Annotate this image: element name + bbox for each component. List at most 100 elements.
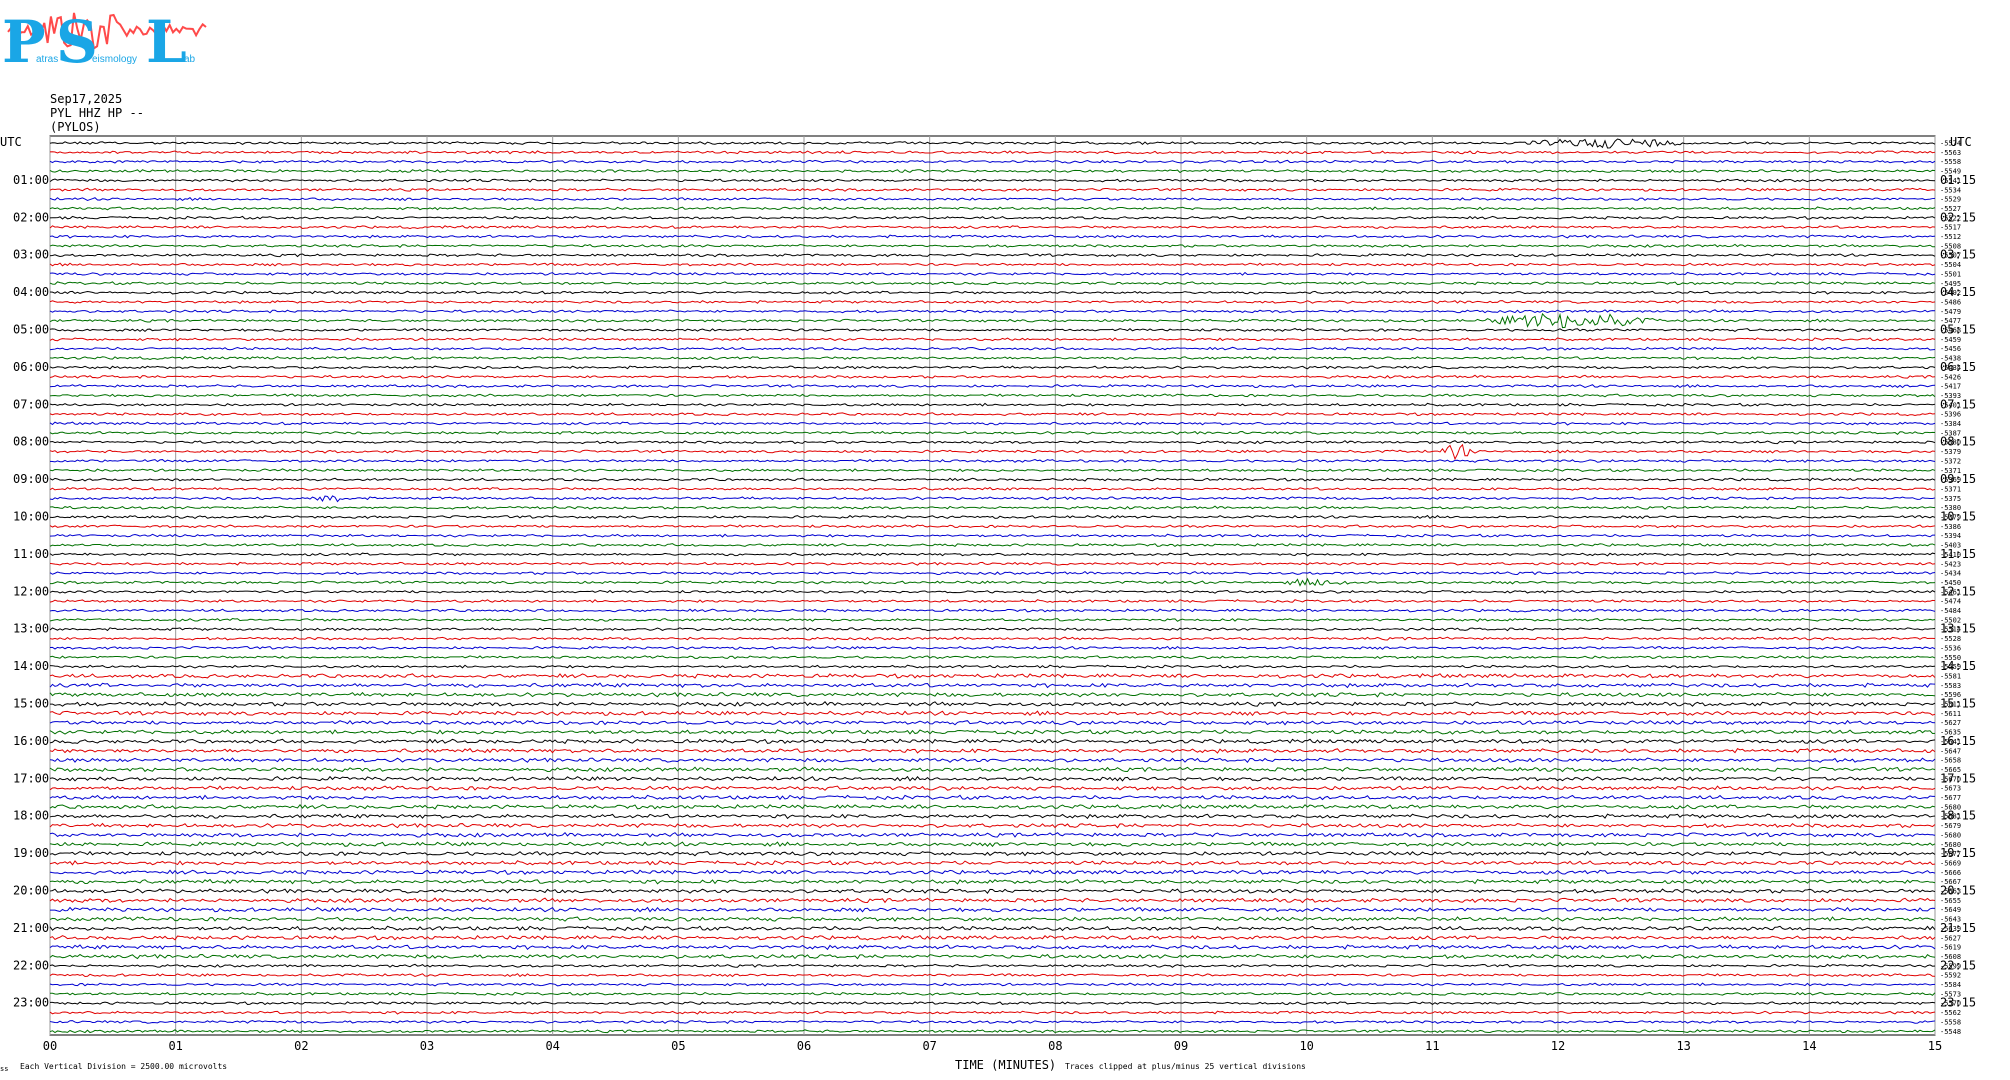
hour-label-left: 14:00 [13, 659, 49, 673]
seismic-trace [49, 421, 1936, 426]
footer-corner: ss [0, 1065, 8, 1073]
seismic-trace [49, 206, 1936, 211]
seismic-trace [49, 561, 1936, 566]
seismic-trace [49, 701, 1936, 707]
x-tick-label: 04 [545, 1039, 559, 1053]
seismic-trace [49, 225, 1936, 230]
hour-label-left: 17:00 [13, 771, 49, 785]
x-tick-label: 15 [1928, 1039, 1942, 1053]
trace-offset-label: -5548 [1940, 1028, 1961, 1036]
trace-offset-label: -5477 [1940, 317, 1961, 325]
seismic-trace [49, 747, 1936, 754]
seismic-trace [49, 402, 1936, 407]
trace-offset-label: -5450 [1940, 579, 1961, 587]
trace-offset-label: -5492 [1940, 289, 1961, 297]
trace-offset-label: -5559 [1940, 663, 1961, 671]
seismic-trace [49, 312, 1936, 329]
seismic-trace [49, 215, 1936, 220]
seismic-trace [49, 552, 1936, 557]
trace-offset-label: -5527 [1940, 205, 1961, 213]
seismic-trace [49, 691, 1936, 698]
seismic-trace [49, 1001, 1936, 1006]
clipping-note: Traces clipped at plus/minus 25 vertical… [1065, 1062, 1306, 1071]
seismic-trace [49, 617, 1936, 622]
seismic-trace [49, 850, 1936, 857]
trace-offset-label: -5665 [1940, 766, 1961, 774]
seismic-trace [49, 766, 1936, 773]
trace-offset-label: -5599 [1940, 962, 1961, 970]
seismic-trace [49, 309, 1936, 314]
trace-offset-label: -5517 [1940, 224, 1961, 232]
trace-offset-label: -5534 [1940, 186, 1961, 194]
trace-offset-label: -5663 [1940, 888, 1961, 896]
logo-word-ab: ab [184, 54, 196, 65]
vertical-division-note: Each Vertical Division = 2500.00 microvo… [20, 1062, 227, 1071]
helicorder-plot: P S L atras eismology ab Sep17,2025 PYL … [0, 8, 1976, 1073]
seismic-trace [49, 991, 1936, 996]
seismic-trace [49, 869, 1936, 876]
seismic-trace [49, 159, 1936, 164]
trace-offset-label: -5380 [1940, 439, 1961, 447]
seismic-trace [49, 571, 1936, 576]
trace-offset-label: -5528 [1940, 635, 1961, 643]
seismic-trace [49, 710, 1936, 717]
trace-offset-labels: -5574-5563-5558-5549-5541-5534-5529-5527… [1940, 140, 1961, 1036]
seismic-trace [49, 443, 1936, 461]
trace-offset-label: -5468 [1940, 327, 1961, 335]
trace-offset-label: -5550 [1940, 654, 1961, 662]
x-tick-labels: 00 01 02 03 04 05 06 07 08 09 10 11 12 13 14 15 [43, 1039, 1942, 1053]
trace-offset-label: -5573 [1940, 990, 1961, 998]
trace-offset-label: -5502 [1940, 616, 1961, 624]
trace-offset-label: -5558 [1940, 1018, 1961, 1026]
trace-offset-label: -5669 [1940, 859, 1961, 867]
hour-label-left: 08:00 [13, 435, 49, 449]
trace-offset-label: -5371 [1940, 485, 1961, 493]
trace-offset-label: -5670 [1940, 775, 1961, 783]
hour-label-left: 04:00 [13, 285, 49, 299]
station-name: (PYLOS) [50, 120, 101, 134]
trace-offset-label: -5495 [1940, 280, 1961, 288]
seismic-trace [49, 486, 1936, 492]
hour-label-left: 22:00 [13, 958, 49, 972]
seismic-trace [49, 412, 1936, 417]
x-tick-label: 11 [1425, 1039, 1439, 1053]
trace-offset-label: -5380 [1940, 504, 1961, 512]
trace-offset-label: -5401 [1940, 401, 1961, 409]
seismic-trace [49, 785, 1936, 791]
seismic-trace [49, 729, 1936, 735]
trace-offset-label: -5372 [1940, 457, 1961, 465]
seismic-trace [49, 356, 1936, 361]
seismic-trace [49, 963, 1936, 968]
seismic-trace [49, 505, 1936, 510]
seismic-trace [49, 673, 1936, 679]
seismic-trace [49, 290, 1936, 295]
trace-offset-label: -5635 [1940, 729, 1961, 737]
seismic-trace [49, 655, 1936, 660]
trace-offset-label: -5643 [1940, 916, 1961, 924]
seismic-trace [49, 822, 1936, 829]
left-hour-labels: 01:00 02:00 03:00 04:00 05:00 06:00 07:00 08:00… [13, 173, 49, 1010]
trace-offset-label: -5681 [1940, 813, 1961, 821]
trace-offset-label: -5423 [1940, 560, 1961, 568]
x-tick-label: 01 [168, 1039, 182, 1053]
seismic-trace [49, 925, 1936, 932]
hour-label-left: 21:00 [13, 921, 49, 935]
hour-label-left: 09:00 [13, 472, 49, 486]
trace-offset-label: -5558 [1940, 158, 1961, 166]
trace-offset-label: -5461 [1940, 588, 1961, 596]
seismic-trace [49, 1010, 1936, 1015]
logo-letter-p: P [2, 8, 46, 76]
trace-offset-label: -5459 [1940, 336, 1961, 344]
seismic-trace [49, 365, 1936, 370]
trace-offset-label: -5679 [1940, 822, 1961, 830]
seismic-trace [49, 440, 1936, 445]
x-tick-label: 03 [420, 1039, 434, 1053]
seismic-trace [49, 374, 1936, 379]
seismic-trace [49, 271, 1936, 276]
seismic-trace [49, 346, 1936, 351]
hour-label-left: 06:00 [13, 360, 49, 374]
seismic-trace [49, 916, 1936, 922]
trace-offset-label: -5386 [1940, 523, 1961, 531]
seismic-trace [49, 138, 1936, 149]
trace-offset-label: -5627 [1940, 719, 1961, 727]
